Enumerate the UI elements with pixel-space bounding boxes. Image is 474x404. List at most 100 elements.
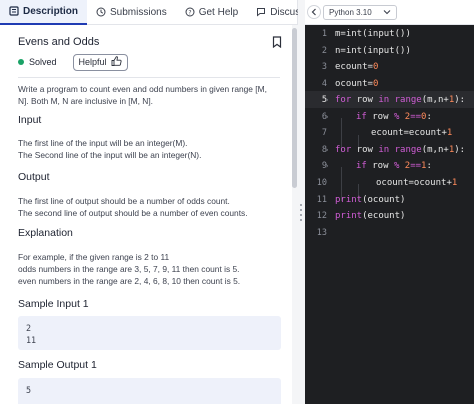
code-text: print(ocount) [335,194,406,205]
code-text: n=int(input()) [335,45,411,56]
code-line[interactable]: 8 › for row in range(m,n+1): [305,141,474,158]
code-text: ocount=0 [335,78,379,89]
tab-description[interactable]: Description [0,0,88,25]
explanation-line: For example, if the given range is 2 to … [18,252,170,262]
resize-grip-dot [300,214,302,216]
solved-status-label: Solved [29,57,57,67]
code-line[interactable]: 12 print(ecount) [305,207,474,224]
sample-input-heading: Sample Input 1 [18,298,89,310]
code-line-active[interactable]: 5 › for row in range(m,n+1): [305,91,474,108]
line-number: 1 [321,28,327,39]
code-line[interactable]: 11 print(ocount) [305,191,474,208]
output-heading: Output [18,171,50,183]
tab-submissions-label: Submissions [110,6,167,18]
help-icon: ? [185,7,195,17]
line-number: 13 [316,227,327,238]
output-line: The second line of output should be a nu… [18,208,248,218]
input-line: The Second line of the input will be an … [18,150,202,160]
helpful-button-label: Helpful [78,57,107,67]
sample-input-box: 2 11 [18,316,281,350]
tab-description-label: Description [23,5,79,17]
clock-icon [96,7,106,17]
code-line[interactable]: 2 n=int(input()) [305,42,474,59]
code-text: for row in range(m,n+1): [335,144,466,155]
resize-grip-dot [300,209,302,211]
input-line: The first line of the input will be an i… [18,138,188,148]
tab-get-help-label: Get Help [198,6,239,18]
editor-toolbar: Python 3.10 [305,0,474,25]
resize-grip-dot [300,204,302,206]
problem-scrollbar-thumb[interactable] [292,28,297,188]
code-text: ecount=ecount+1 [371,127,453,138]
line-number: 3 [321,61,327,72]
description-icon [9,6,19,16]
line-number: 5 [321,94,327,105]
svg-text:?: ? [188,9,191,16]
problem-panel: Description Submissions ? Get Help Discu… [0,0,305,404]
output-line: The first line of output should be a num… [18,196,230,206]
code-text: for row in range(m,n+1): [335,94,466,105]
code-text: if row % 2==1: [356,160,432,171]
panel-resize-handle[interactable] [298,0,305,404]
tab-submissions[interactable]: Submissions [87,0,176,25]
sample-input-line: 2 [26,323,32,333]
divider [18,77,280,78]
sample-output-line: 5 [26,385,32,395]
chevron-left-icon [311,3,317,21]
problem-tabs: Description Submissions ? Get Help Discu… [0,0,305,25]
problem-content[interactable]: Evens and Odds Solved Helpful Write a pr… [0,25,292,404]
code-line[interactable]: 1 m=int(input()) [305,25,474,42]
line-number: 11 [316,194,327,205]
statement-line: N]. Both M, N are inclusive in [M, N]. [18,96,153,106]
code-text: ecount=0 [335,61,379,72]
line-number: 7 [321,127,327,138]
fold-chevron-icon[interactable]: › [325,146,329,154]
code-editor[interactable]: 1 m=int(input()) 2 n=int(input()) 3 ecou… [305,25,474,404]
code-text: if row % 2==0: [356,111,432,122]
code-text: print(ecount) [335,210,406,221]
code-line[interactable]: 4 ocount=0 [305,75,474,92]
thumbs-up-icon [111,56,122,68]
resize-grip-dot [300,219,302,221]
explanation-line: even numbers in the range are 2, 4, 6, 8… [18,276,241,286]
code-text: m=int(input()) [335,28,411,39]
line-number: 10 [316,177,327,188]
line-number: 2 [321,45,327,56]
code-line[interactable]: 7 ecount=ecount+1 [305,124,474,141]
chevron-down-icon [383,8,391,17]
sample-output-box: 5 [18,378,281,404]
line-number: 4 [321,78,327,89]
language-select-value: Python 3.10 [329,8,372,17]
code-line[interactable]: 3 ecount=0 [305,58,474,75]
sample-input-line: 11 [26,335,37,345]
code-line[interactable]: 9 › if row % 2==1: [305,157,474,174]
collapse-panel-button[interactable] [307,5,321,19]
line-number: 12 [316,210,327,221]
explanation-text: For example, if the given range is 2 to … [18,251,240,287]
fold-chevron-icon[interactable]: › [325,113,329,121]
problem-statement: Write a program to count even and odd nu… [18,83,267,107]
solved-status-dot [18,59,24,65]
fold-chevron-icon[interactable]: › [325,162,329,170]
line-number: 6 [321,111,327,122]
line-number: 9 [321,160,327,171]
code-line[interactable]: 13 [305,224,474,241]
language-select[interactable]: Python 3.10 [323,5,397,20]
code-line[interactable]: 10 ocount=ocount+1 [305,174,474,191]
input-heading: Input [18,114,42,126]
chat-icon [256,7,266,17]
fold-chevron-icon[interactable]: › [325,96,329,104]
output-description: The first line of output should be a num… [18,195,248,219]
code-text: ocount=ocount+1 [376,177,458,188]
tab-get-help[interactable]: ? Get Help [176,0,247,25]
helpful-button[interactable]: Helpful [72,53,128,71]
problem-title: Evens and Odds [18,36,100,48]
code-line[interactable]: 6 › if row % 2==0: [305,108,474,125]
bookmark-icon[interactable] [272,35,282,53]
line-number: 8 [321,144,327,155]
explanation-heading: Explanation [18,227,73,239]
sample-output-heading: Sample Output 1 [18,359,97,371]
statement-line: Write a program to count even and odd nu… [18,84,267,94]
explanation-line: odds numbers in the range are 3, 5, 7, 9… [18,264,240,274]
input-description: The first line of the input will be an i… [18,137,201,161]
